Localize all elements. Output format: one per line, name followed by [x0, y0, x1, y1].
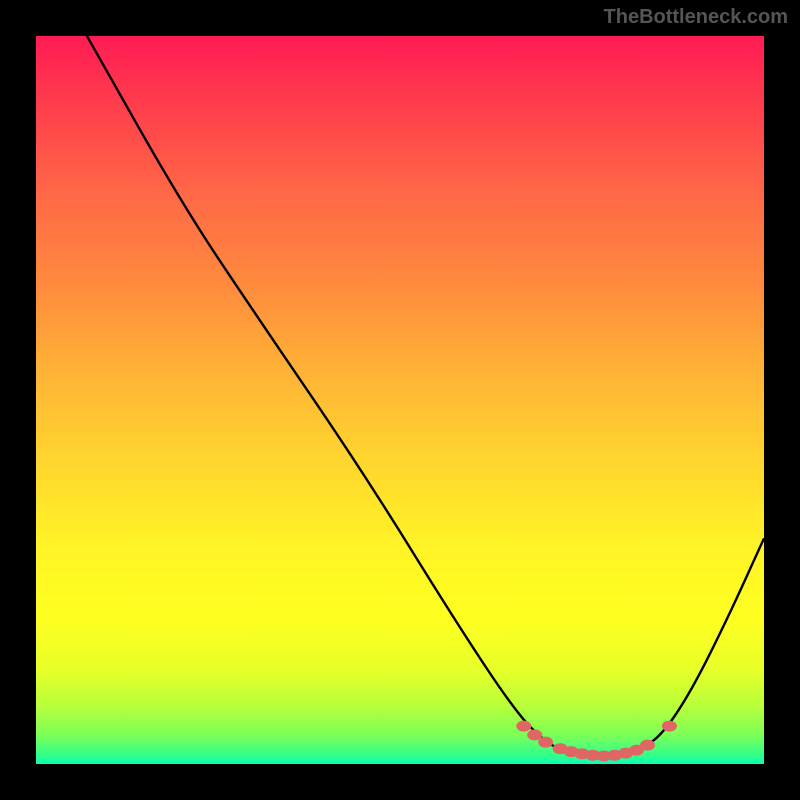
chart-svg: [36, 36, 764, 764]
marker-dot: [516, 721, 531, 732]
marker-dot: [640, 740, 655, 751]
watermark-text: TheBottleneck.com: [604, 6, 788, 29]
chart-container: TheBottleneck.com: [0, 0, 800, 800]
marker-dot: [662, 721, 677, 732]
marker-dot: [538, 737, 553, 748]
plot-area: [36, 36, 764, 764]
curve-line: [87, 36, 764, 756]
